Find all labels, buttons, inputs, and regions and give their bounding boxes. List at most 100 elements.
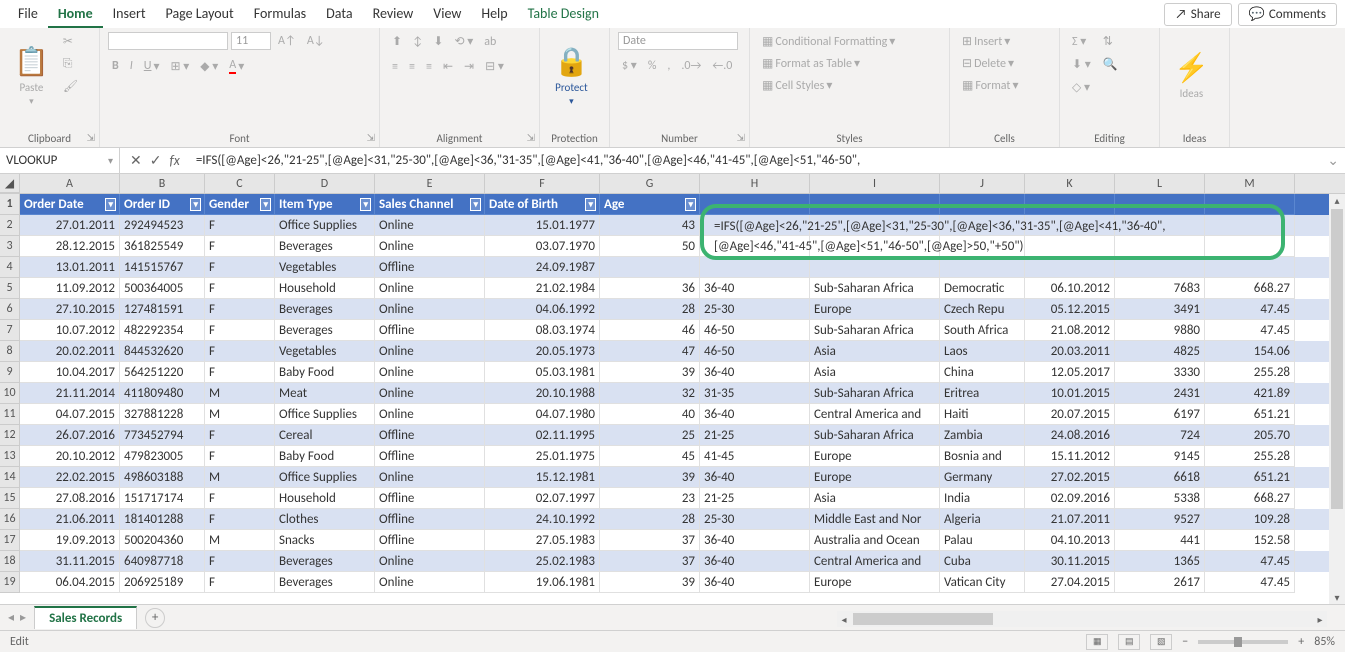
cell[interactable]: Europe bbox=[810, 446, 940, 467]
sort-filter-button[interactable]: ⇅ bbox=[1099, 32, 1122, 51]
cell[interactable]: Office Supplies bbox=[275, 467, 375, 488]
insert-function-button[interactable]: fx bbox=[169, 152, 179, 169]
cell[interactable]: 21.07.2011 bbox=[1025, 509, 1115, 530]
cell[interactable]: 10.04.2017 bbox=[20, 362, 120, 383]
menu-help[interactable]: Help bbox=[471, 1, 517, 28]
cell[interactable]: 151717174 bbox=[120, 488, 205, 509]
conditional-formatting-button[interactable]: ▦ Conditional Formatting ▾ bbox=[758, 32, 899, 51]
cell[interactable]: 9527 bbox=[1115, 509, 1205, 530]
cell[interactable]: 3330 bbox=[1115, 362, 1205, 383]
cell[interactable]: 28 bbox=[600, 509, 700, 530]
column-header-K[interactable]: K bbox=[1025, 174, 1115, 193]
cell[interactable]: 25.02.1983 bbox=[485, 551, 600, 572]
cell[interactable]: 06.04.2015 bbox=[20, 572, 120, 593]
align-right-button[interactable]: ≡ bbox=[422, 58, 436, 76]
cell[interactable]: 24.08.2016 bbox=[1025, 425, 1115, 446]
cell[interactable]: Sub-Saharan Africa bbox=[810, 278, 940, 299]
header-cell[interactable]: Item Type bbox=[275, 194, 375, 215]
cell[interactable]: 724 bbox=[1115, 425, 1205, 446]
cell[interactable]: Czech Repu bbox=[940, 299, 1025, 320]
cell[interactable]: Europe bbox=[810, 572, 940, 593]
font-size-select[interactable] bbox=[231, 32, 271, 50]
column-header-D[interactable]: D bbox=[275, 174, 375, 193]
align-left-button[interactable]: ≡ bbox=[388, 58, 402, 76]
cell[interactable]: 5338 bbox=[1115, 488, 1205, 509]
cell[interactable]: 15.12.1981 bbox=[485, 467, 600, 488]
cell[interactable]: Asia bbox=[810, 341, 940, 362]
cell[interactable] bbox=[810, 257, 940, 278]
cell[interactable]: M bbox=[205, 383, 275, 404]
cell[interactable]: 361825549 bbox=[120, 236, 205, 257]
cell[interactable]: F bbox=[205, 362, 275, 383]
cell[interactable]: 141515767 bbox=[120, 257, 205, 278]
cell[interactable]: 564251220 bbox=[120, 362, 205, 383]
cell[interactable]: Beverages bbox=[275, 551, 375, 572]
cell[interactable]: 47 bbox=[600, 341, 700, 362]
cell[interactable]: Sub-Saharan Africa bbox=[810, 320, 940, 341]
cell[interactable]: 668.27 bbox=[1205, 488, 1295, 509]
row-header[interactable]: 5 bbox=[0, 278, 20, 299]
menu-file[interactable]: File bbox=[8, 1, 48, 28]
cell[interactable]: 205.70 bbox=[1205, 425, 1295, 446]
cell[interactable]: 22.02.2015 bbox=[20, 467, 120, 488]
cell[interactable]: 154.06 bbox=[1205, 341, 1295, 362]
font-name-select[interactable] bbox=[108, 32, 228, 50]
cell[interactable] bbox=[1115, 257, 1205, 278]
expand-formula-bar-button[interactable]: ⌄ bbox=[1321, 152, 1345, 169]
cell[interactable]: F bbox=[205, 551, 275, 572]
cell[interactable]: 479823005 bbox=[120, 446, 205, 467]
cell[interactable]: 20.03.2011 bbox=[1025, 341, 1115, 362]
cell[interactable]: Laos bbox=[940, 341, 1025, 362]
cell[interactable]: Central America and bbox=[810, 404, 940, 425]
cell[interactable]: F bbox=[205, 425, 275, 446]
cell[interactable]: 45 bbox=[600, 446, 700, 467]
header-cell[interactable] bbox=[1115, 194, 1205, 215]
header-cell[interactable]: Order Date bbox=[20, 194, 120, 215]
cell[interactable]: 15.01.1977 bbox=[485, 215, 600, 236]
cell[interactable]: F bbox=[205, 278, 275, 299]
cell[interactable]: M bbox=[205, 404, 275, 425]
add-sheet-button[interactable]: + bbox=[145, 608, 165, 628]
cell[interactable]: 25-30 bbox=[700, 299, 810, 320]
cell[interactable]: Offline bbox=[375, 530, 485, 551]
cell[interactable]: 13.01.2011 bbox=[20, 257, 120, 278]
cell[interactable]: Meat bbox=[275, 383, 375, 404]
cell[interactable]: 651.21 bbox=[1205, 404, 1295, 425]
cell[interactable]: 31-35 bbox=[700, 383, 810, 404]
cell[interactable]: Bosnia and bbox=[940, 446, 1025, 467]
cell[interactable]: 327881228 bbox=[120, 404, 205, 425]
menu-table-design[interactable]: Table Design bbox=[518, 1, 609, 28]
cell[interactable]: 24.10.1992 bbox=[485, 509, 600, 530]
cell[interactable]: 500364005 bbox=[120, 278, 205, 299]
cell[interactable]: 02.11.1995 bbox=[485, 425, 600, 446]
cell[interactable]: 08.03.1974 bbox=[485, 320, 600, 341]
cell[interactable]: F bbox=[205, 236, 275, 257]
cell[interactable]: F bbox=[205, 341, 275, 362]
format-as-table-button[interactable]: ▦ Format as Table ▾ bbox=[758, 54, 899, 73]
cell[interactable]: 31.11.2015 bbox=[20, 551, 120, 572]
cell[interactable]: 36-40 bbox=[700, 572, 810, 593]
clear-button[interactable]: ◇ ▾ bbox=[1068, 78, 1095, 97]
header-cell[interactable] bbox=[940, 194, 1025, 215]
cell[interactable]: 20.10.1988 bbox=[485, 383, 600, 404]
cell[interactable]: 26.07.2016 bbox=[20, 425, 120, 446]
cell[interactable]: Baby Food bbox=[275, 362, 375, 383]
cell[interactable]: 37 bbox=[600, 530, 700, 551]
row-header[interactable]: 10 bbox=[0, 383, 20, 404]
menu-home[interactable]: Home bbox=[48, 1, 103, 28]
column-header-E[interactable]: E bbox=[375, 174, 485, 193]
cell[interactable]: Eritrea bbox=[940, 383, 1025, 404]
menu-page-layout[interactable]: Page Layout bbox=[156, 1, 244, 28]
cell[interactable]: Online bbox=[375, 362, 485, 383]
cell[interactable]: 411809480 bbox=[120, 383, 205, 404]
dialog-launcher-icon[interactable]: ⇲ bbox=[737, 131, 745, 144]
cell[interactable]: Offline bbox=[375, 509, 485, 530]
cell[interactable]: 2617 bbox=[1115, 572, 1205, 593]
cell[interactable] bbox=[600, 257, 700, 278]
align-bottom-button[interactable]: ⬇ bbox=[429, 32, 447, 51]
column-header-I[interactable]: I bbox=[810, 174, 940, 193]
cell[interactable]: 43 bbox=[600, 215, 700, 236]
cell[interactable]: 11.09.2012 bbox=[20, 278, 120, 299]
cell[interactable]: Online bbox=[375, 215, 485, 236]
cell[interactable]: F bbox=[205, 446, 275, 467]
